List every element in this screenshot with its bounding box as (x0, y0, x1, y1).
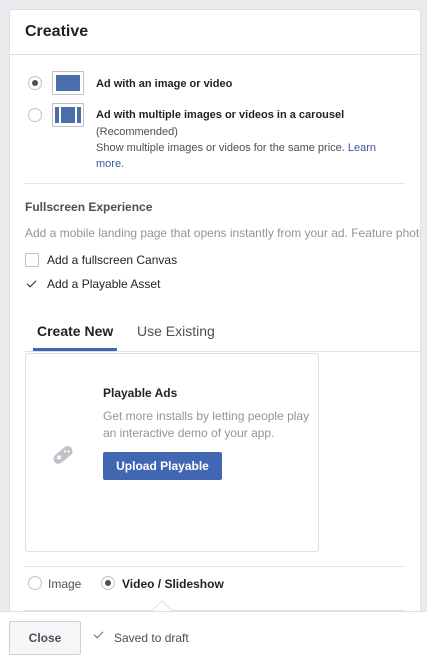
media-radio-video[interactable] (101, 576, 115, 590)
active-tab-indicator (33, 348, 117, 351)
playable-ads-description: Get more installs by letting people play… (103, 409, 310, 440)
fullscreen-description: Add a mobile landing page that opens ins… (25, 226, 421, 240)
checkmark-icon (26, 277, 37, 288)
carousel-description-text: Show multiple images or videos for the s… (96, 142, 345, 154)
fullscreen-canvas-checkbox[interactable] (25, 253, 39, 267)
playable-ads-title: Playable Ads (103, 386, 178, 400)
fullscreen-title: Fullscreen Experience (25, 200, 153, 214)
tab-divider (25, 351, 420, 352)
playable-ads-card: Playable Ads Get more installs by lettin… (25, 353, 319, 552)
creative-panel: Creative Ad with an image or video Ad wi… (9, 9, 421, 629)
fullscreen-canvas-label: Add a fullscreen Canvas (47, 253, 178, 267)
card-divider (25, 566, 405, 567)
format-carousel-title: Ad with multiple images or videos in a c… (96, 109, 345, 121)
media-video-label: Video / Slideshow (122, 577, 224, 591)
media-image-label: Image (48, 577, 82, 591)
title-divider (10, 54, 420, 55)
playable-asset-label: Add a Playable Asset (47, 277, 161, 291)
footer-bar: Close Saved to draft (0, 611, 427, 657)
single-image-thumbnail (52, 71, 84, 95)
format-carousel-recommended: (Recommended) (96, 126, 178, 138)
gamepad-icon (53, 446, 73, 464)
format-radio-single[interactable] (28, 76, 42, 90)
close-button[interactable]: Close (9, 621, 81, 655)
tab-use-existing[interactable]: Use Existing (137, 323, 215, 339)
tab-create-new[interactable]: Create New (37, 323, 113, 339)
format-single-title: Ad with an image or video (96, 78, 233, 90)
saved-status: Saved to draft (114, 631, 189, 645)
format-carousel-description: Show multiple images or videos for the s… (96, 140, 386, 172)
formats-divider (25, 183, 405, 184)
panel-title: Creative (25, 23, 89, 40)
saved-check-icon (93, 628, 104, 639)
upload-playable-button[interactable]: Upload Playable (103, 452, 222, 480)
format-radio-carousel[interactable] (28, 108, 42, 122)
carousel-thumbnail (52, 103, 84, 127)
playable-asset-checkbox[interactable] (25, 277, 39, 291)
media-radio-image[interactable] (28, 576, 42, 590)
